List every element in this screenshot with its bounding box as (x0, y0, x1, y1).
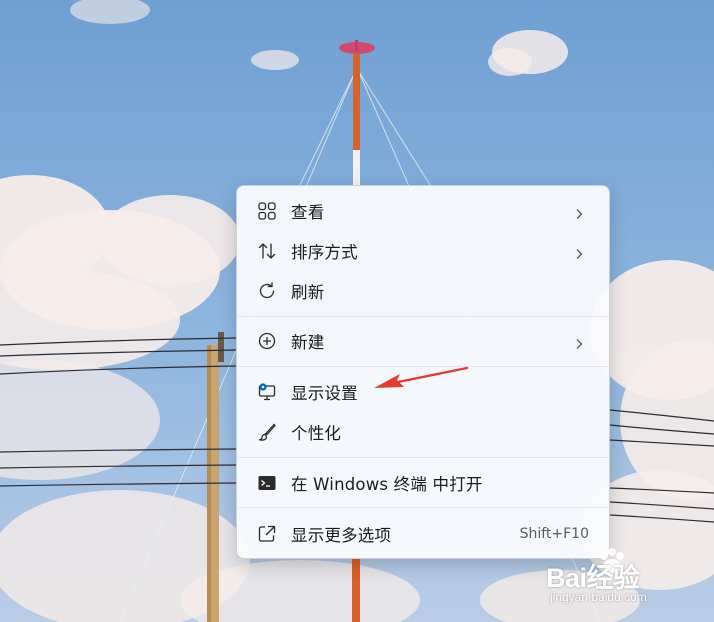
chevron-right-icon (573, 245, 585, 259)
menu-item-label: 显示更多选项 (291, 526, 392, 545)
menu-item-label: 个性化 (291, 424, 342, 443)
show-more-options-icon (257, 524, 277, 544)
menu-separator (237, 316, 609, 317)
menu-item-sort-by[interactable]: 排序方式 (243, 232, 603, 270)
menu-item-view[interactable]: 查看 (243, 192, 603, 230)
menu-item-refresh[interactable]: 刷新 (243, 272, 603, 310)
menu-item-label: 显示设置 (291, 384, 358, 403)
menu-item-label: 刷新 (291, 283, 325, 302)
menu-item-label: 新建 (291, 333, 325, 352)
menu-item-label: 在 Windows 终端 中打开 (291, 475, 483, 494)
add-circle-icon (257, 331, 277, 351)
terminal-icon (257, 473, 277, 493)
menu-item-personalize[interactable]: 个性化 (243, 413, 603, 451)
display-settings-icon (257, 382, 277, 402)
menu-separator (237, 507, 609, 508)
grid-view-icon (257, 201, 277, 221)
menu-item-open-in-terminal[interactable]: 在 Windows 终端 中打开 (243, 464, 603, 502)
watermark-url: jingyan.baidu.com (550, 590, 647, 604)
refresh-icon (257, 281, 277, 301)
menu-separator (237, 457, 609, 458)
annotation-arrow-icon (374, 366, 469, 388)
chevron-right-icon (573, 205, 585, 219)
menu-item-new[interactable]: 新建 (243, 322, 603, 360)
menu-item-label: 排序方式 (291, 243, 358, 262)
chevron-right-icon (573, 335, 585, 349)
keyboard-shortcut: Shift+F10 (519, 526, 589, 542)
baidu-jingyan-watermark: Bai经验 jingyan.baidu.com (544, 546, 710, 608)
sort-arrows-icon (257, 241, 277, 261)
paintbrush-icon (257, 422, 277, 442)
menu-item-label: 查看 (291, 203, 325, 222)
